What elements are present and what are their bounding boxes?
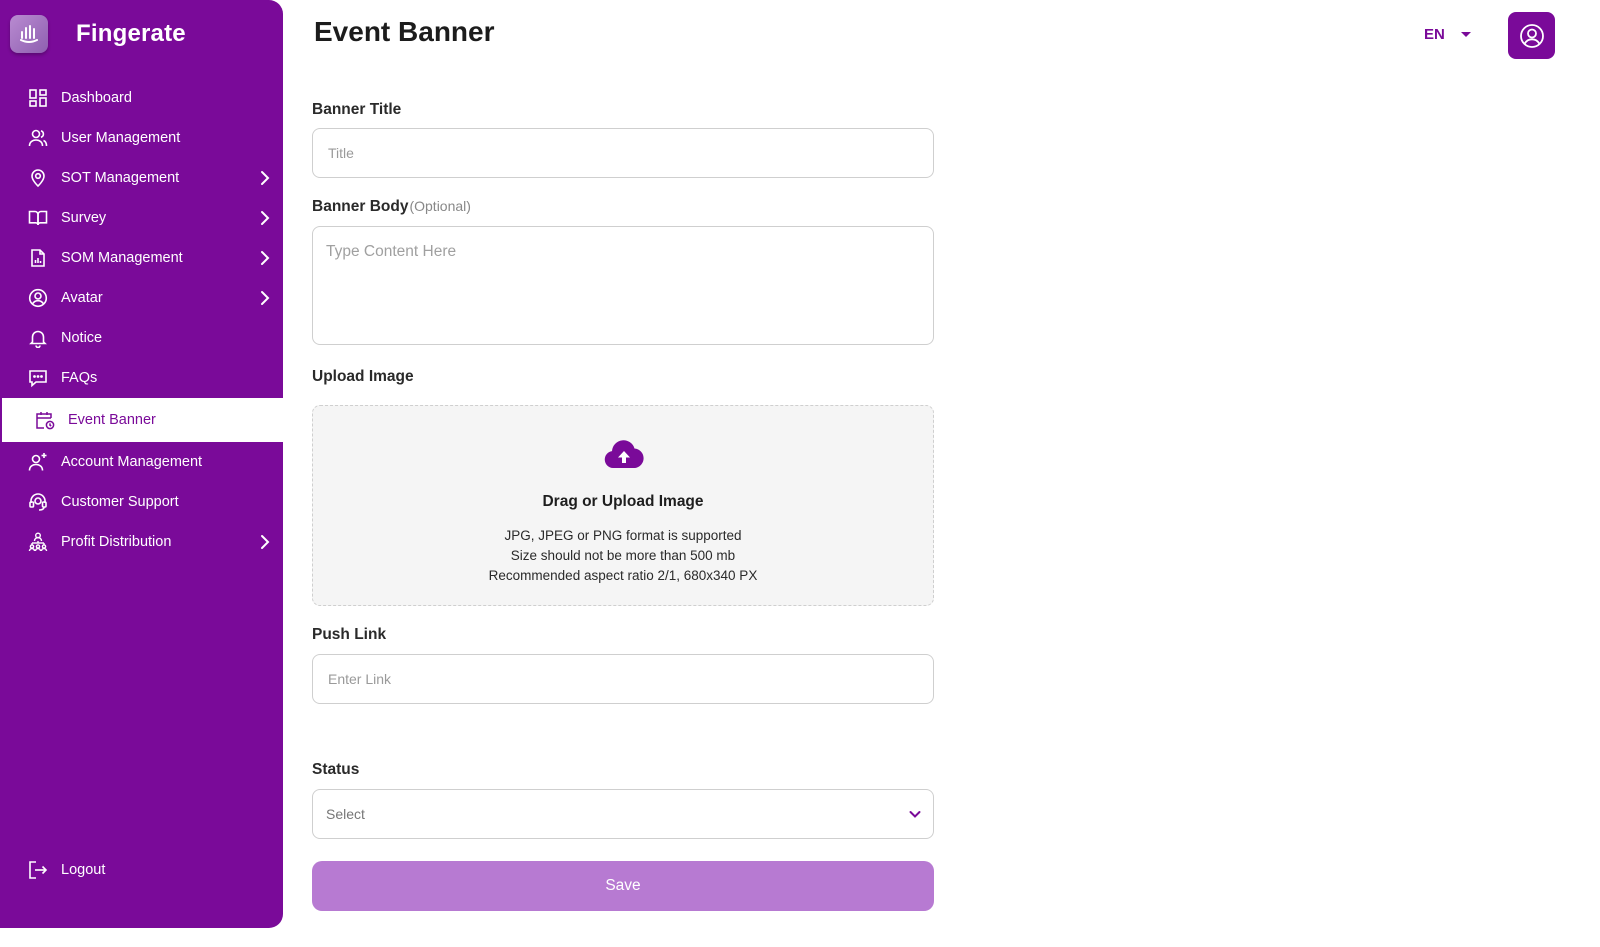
sidebar-item-label: Profit Distribution xyxy=(61,534,172,550)
upload-title: Drag or Upload Image xyxy=(542,493,704,510)
banner-body-label-text: Banner Body xyxy=(312,198,409,215)
sidebar-item-label: SOT Management xyxy=(61,170,180,186)
chevron-right-icon xyxy=(261,291,270,305)
status-select-value: Select xyxy=(326,806,365,822)
user-plus-icon xyxy=(28,452,48,472)
sidebar-item-som-management[interactable]: SOM Management xyxy=(0,238,283,278)
chevron-down-icon xyxy=(909,811,921,818)
sidebar-item-survey[interactable]: Survey xyxy=(0,198,283,238)
fingerate-logo-icon xyxy=(10,15,48,53)
upload-format-hint: JPG, JPEG or PNG format is supported xyxy=(504,528,742,543)
banner-body-textarea[interactable] xyxy=(312,226,934,345)
sidebar-item-sot-management[interactable]: SOT Management xyxy=(0,158,283,198)
sidebar-item-label: Notice xyxy=(61,330,103,346)
sidebar-item-logout[interactable]: Logout xyxy=(0,850,283,890)
book-open-icon xyxy=(28,208,48,228)
sidebar-item-label: Avatar xyxy=(61,290,103,306)
chevron-right-icon xyxy=(261,211,270,225)
user-circle-icon xyxy=(28,288,48,308)
sidebar-item-event-banner[interactable]: Event Banner xyxy=(0,398,283,442)
sidebar-item-label: Dashboard xyxy=(61,90,132,106)
document-chart-icon xyxy=(28,248,48,268)
upload-image-label: Upload Image xyxy=(312,368,414,385)
banner-body-label: Banner Body(Optional) xyxy=(312,198,471,216)
calendar-clock-icon xyxy=(35,410,55,430)
user-circle-icon xyxy=(1519,23,1544,48)
hierarchy-icon xyxy=(28,532,48,552)
sidebar-item-avatar[interactable]: Avatar xyxy=(0,278,283,318)
headset-icon xyxy=(28,492,48,512)
logout-icon xyxy=(28,860,48,880)
sidebar-item-label: User Management xyxy=(61,130,181,146)
optional-hint: (Optional) xyxy=(409,198,471,214)
bell-icon xyxy=(28,328,48,348)
users-icon xyxy=(28,128,48,148)
chevron-right-icon xyxy=(261,251,270,265)
sidebar-item-label: Logout xyxy=(61,862,106,878)
sidebar-item-label: Account Management xyxy=(61,454,203,470)
page-title: Event Banner xyxy=(314,16,495,47)
status-select[interactable]: Select xyxy=(312,789,934,839)
location-pin-icon xyxy=(28,168,48,188)
banner-title-input[interactable] xyxy=(312,128,934,178)
sidebar-item-label: SOM Management xyxy=(61,250,183,266)
image-upload-dropzone[interactable]: Drag or Upload Image JPG, JPEG or PNG fo… xyxy=(312,405,934,606)
sidebar-item-label: Survey xyxy=(61,210,107,226)
chevron-right-icon xyxy=(261,535,270,549)
status-label: Status xyxy=(312,761,360,778)
sidebar-item-customer-support[interactable]: Customer Support xyxy=(0,482,283,522)
caret-down-icon xyxy=(1460,32,1471,37)
cloud-upload-icon xyxy=(604,440,644,468)
push-link-label: Push Link xyxy=(312,626,387,643)
upload-size-hint: Size should not be more than 500 mb xyxy=(510,548,736,563)
sidebar-item-account-management[interactable]: Account Management xyxy=(0,442,283,482)
language-label: EN xyxy=(1424,26,1445,43)
profile-button[interactable] xyxy=(1508,12,1555,59)
save-button[interactable]: Save xyxy=(312,861,934,911)
dashboard-icon xyxy=(28,88,48,108)
sidebar: Fingerate Dashboard User Management SOT … xyxy=(0,0,283,928)
sidebar-item-notice[interactable]: Notice xyxy=(0,318,283,358)
language-selector[interactable]: EN xyxy=(1424,26,1471,43)
push-link-input[interactable] xyxy=(312,654,934,704)
brand-name: Fingerate xyxy=(76,20,186,47)
sidebar-item-label: FAQs xyxy=(61,370,98,386)
chat-bubble-icon xyxy=(28,368,48,388)
sidebar-item-profit-distribution[interactable]: Profit Distribution xyxy=(0,522,283,562)
sidebar-item-label: Customer Support xyxy=(61,494,179,510)
sidebar-item-label: Event Banner xyxy=(68,412,156,428)
chevron-right-icon xyxy=(261,171,270,185)
brand[interactable]: Fingerate xyxy=(10,12,186,56)
banner-title-label: Banner Title xyxy=(312,101,402,118)
upload-ratio-hint: Recommended aspect ratio 2/1, 680x340 PX xyxy=(488,568,758,583)
sidebar-item-faqs[interactable]: FAQs xyxy=(0,358,283,398)
sidebar-item-user-management[interactable]: User Management xyxy=(0,118,283,158)
sidebar-item-dashboard[interactable]: Dashboard xyxy=(0,78,283,118)
